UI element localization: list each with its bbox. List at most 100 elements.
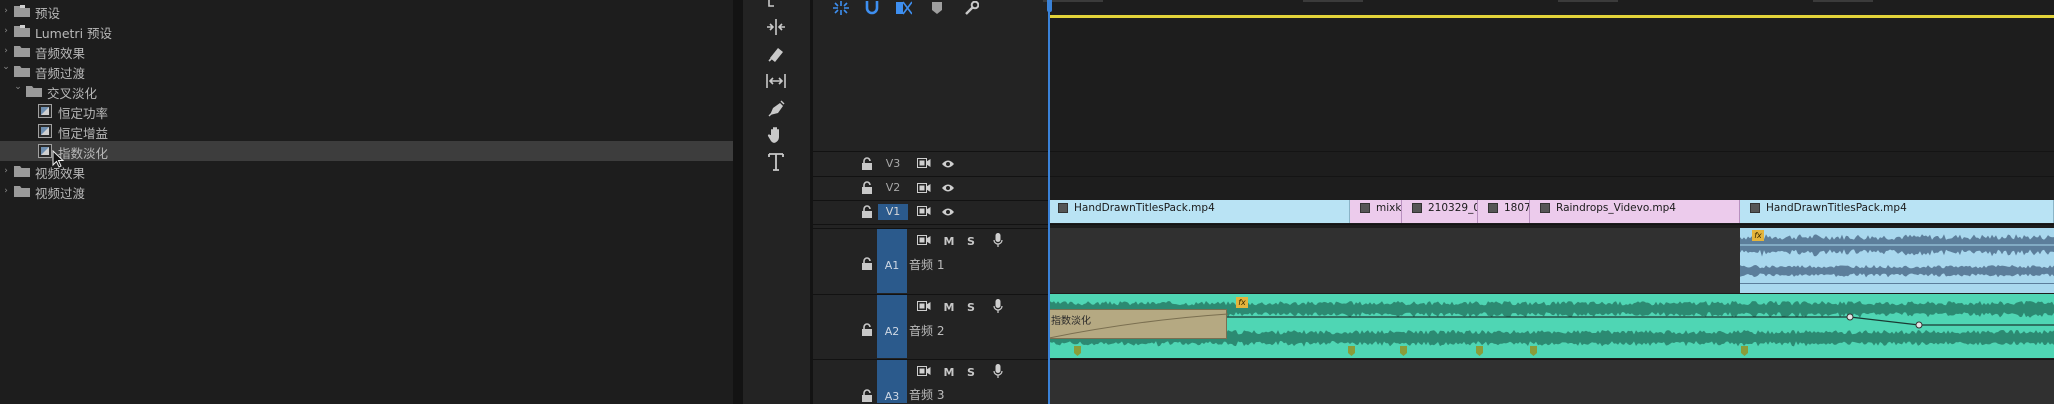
camera-icon[interactable] <box>916 205 932 219</box>
mute-button[interactable]: M <box>941 300 957 314</box>
lock-icon[interactable] <box>861 204 873 219</box>
track-separator <box>813 359 1048 360</box>
camera-icon[interactable] <box>916 364 932 378</box>
chevron-right-icon[interactable]: › <box>1 186 11 196</box>
playhead-line[interactable] <box>1048 0 1050 404</box>
track-separator <box>813 151 1048 152</box>
track-target-label[interactable]: V2 <box>878 180 908 196</box>
solo-button[interactable]: S <box>963 234 979 248</box>
work-area-bar[interactable] <box>1048 15 2054 18</box>
track-name[interactable]: A1 <box>879 259 905 272</box>
lock-icon[interactable] <box>861 181 873 195</box>
fx-badge-icon <box>1360 203 1370 213</box>
eye-icon[interactable] <box>940 205 956 219</box>
chevron-down-icon[interactable]: ⌄ <box>13 82 23 92</box>
folder-icon <box>14 165 30 177</box>
razor-tool-icon[interactable] <box>763 42 789 66</box>
video-clip[interactable]: mixk <box>1350 200 1402 223</box>
eye-icon[interactable] <box>940 181 956 195</box>
audio-transition[interactable]: 指数淡化 <box>1048 309 1228 339</box>
ruler-tick <box>1813 0 1873 2</box>
sequence-area[interactable]: HandDrawnTitlesPack.mp4 mixk 210329_0 1807 R… <box>1043 0 2054 404</box>
clip-name: 210329_0 <box>1428 202 1478 214</box>
video-track-v2[interactable] <box>1048 176 2054 200</box>
chevron-down-icon[interactable]: ⌄ <box>1 62 11 72</box>
video-clip[interactable]: 210329_0 <box>1402 200 1478 223</box>
folder-icon <box>26 85 42 97</box>
chevron-right-icon[interactable]: › <box>1 6 11 16</box>
lock-icon[interactable] <box>861 389 873 403</box>
video-track-header: V1 <box>813 200 1048 223</box>
audio-clip[interactable]: 指数淡化 fx <box>1048 294 2054 358</box>
effects-tree-item[interactable]: › Lumetri 预设 <box>0 21 733 41</box>
settings-wrench-icon[interactable] <box>963 0 981 16</box>
microphone-icon[interactable] <box>990 364 1006 378</box>
effects-tree-item[interactable]: › 音频效果 <box>0 41 733 61</box>
camera-icon[interactable] <box>916 233 932 247</box>
microphone-icon[interactable] <box>990 299 1006 313</box>
clip-divider <box>1740 283 2054 284</box>
fx-badge-icon <box>1488 203 1498 213</box>
type-tool-icon[interactable] <box>763 150 789 174</box>
video-clip[interactable]: Raindrops_Videvo.mp4 <box>1530 200 1740 223</box>
chevron-right-icon[interactable]: › <box>1 46 11 56</box>
fx-badge[interactable]: fx <box>1236 297 1248 308</box>
add-marker-icon[interactable] <box>895 0 913 16</box>
lock-icon[interactable] <box>861 156 873 171</box>
track-separator <box>813 228 1048 229</box>
hand-tool-icon[interactable] <box>763 123 789 147</box>
microphone-icon[interactable] <box>990 233 1006 247</box>
effects-tree-item[interactable]: 指数淡化 <box>0 141 733 161</box>
audio-track-header: A1 M S 音频 1 <box>813 228 1048 294</box>
snap-icon[interactable] <box>832 0 850 16</box>
track-name[interactable]: A3 <box>879 390 905 403</box>
lock-icon[interactable] <box>861 257 873 271</box>
mute-button[interactable]: M <box>941 365 957 379</box>
audio-track-a1-bg[interactable] <box>1048 228 1740 293</box>
fx-badge[interactable]: fx <box>1752 230 1764 241</box>
camera-icon[interactable] <box>916 181 932 195</box>
lock-icon[interactable] <box>861 323 873 337</box>
video-clip[interactable]: 1807 <box>1478 200 1530 223</box>
mute-button[interactable]: M <box>941 234 957 248</box>
panel-divider[interactable] <box>733 0 743 404</box>
track-target-label[interactable]: V3 <box>878 156 908 172</box>
track-name[interactable]: A2 <box>879 325 905 338</box>
camera-icon[interactable] <box>916 299 932 313</box>
effects-tree-item[interactable]: › 预设 <box>0 1 733 21</box>
video-clip[interactable]: HandDrawnTitlesPack.mp4 <box>1048 200 1350 223</box>
audio-clip[interactable]: fx <box>1740 228 2054 293</box>
linked-selection-icon[interactable] <box>863 0 881 16</box>
audio-track-label: 音频 2 <box>909 324 945 338</box>
pen-tool-icon[interactable] <box>763 96 789 120</box>
selection-tool-icon[interactable] <box>763 0 789 10</box>
ripple-edit-tool-icon[interactable] <box>763 15 789 39</box>
playhead-handle[interactable] <box>1047 0 1052 12</box>
audio-track-a3-bg[interactable] <box>1048 360 2054 404</box>
video-clip[interactable]: HandDrawnTitlesPack.mp4 <box>1740 200 2054 223</box>
track-target-label[interactable]: V1 <box>878 203 908 220</box>
effects-panel: › 预设 › Lumetri 预设 › 音频效果 ⌄ 音频过渡 ⌄ 交叉淡化 恒定功率 恒定增益 指数淡… <box>0 0 733 404</box>
audio-track-label: 音频 1 <box>909 258 945 272</box>
camera-icon[interactable] <box>916 157 932 171</box>
effects-tree-item[interactable]: ⌄ 音频过渡 <box>0 61 733 81</box>
video-track-v3[interactable] <box>1048 151 2054 176</box>
chevron-right-icon[interactable]: › <box>1 166 11 176</box>
solo-button[interactable]: S <box>963 300 979 314</box>
chevron-right-icon[interactable]: › <box>1 26 11 36</box>
effects-tree-item[interactable]: ⌄ 交叉淡化 <box>0 81 733 101</box>
folder-icon <box>14 65 30 77</box>
effects-tree-item[interactable]: 恒定增益 <box>0 121 733 141</box>
track-separator <box>1048 151 2054 152</box>
effects-tree-label: 音频效果 <box>35 46 86 61</box>
slip-tool-icon[interactable] <box>763 69 789 93</box>
folder-icon <box>14 45 30 57</box>
clip-name: Raindrops_Videvo.mp4 <box>1556 202 1676 214</box>
eye-icon[interactable] <box>940 157 956 171</box>
effects-tree-label: 交叉淡化 <box>47 86 98 101</box>
solo-button[interactable]: S <box>963 365 979 379</box>
effects-tree-item[interactable]: 恒定功率 <box>0 101 733 121</box>
effects-tree-item[interactable]: › 视频效果 <box>0 161 733 181</box>
effects-tree-item[interactable]: › 视频过渡 <box>0 181 733 201</box>
marker-icon[interactable] <box>928 0 946 16</box>
